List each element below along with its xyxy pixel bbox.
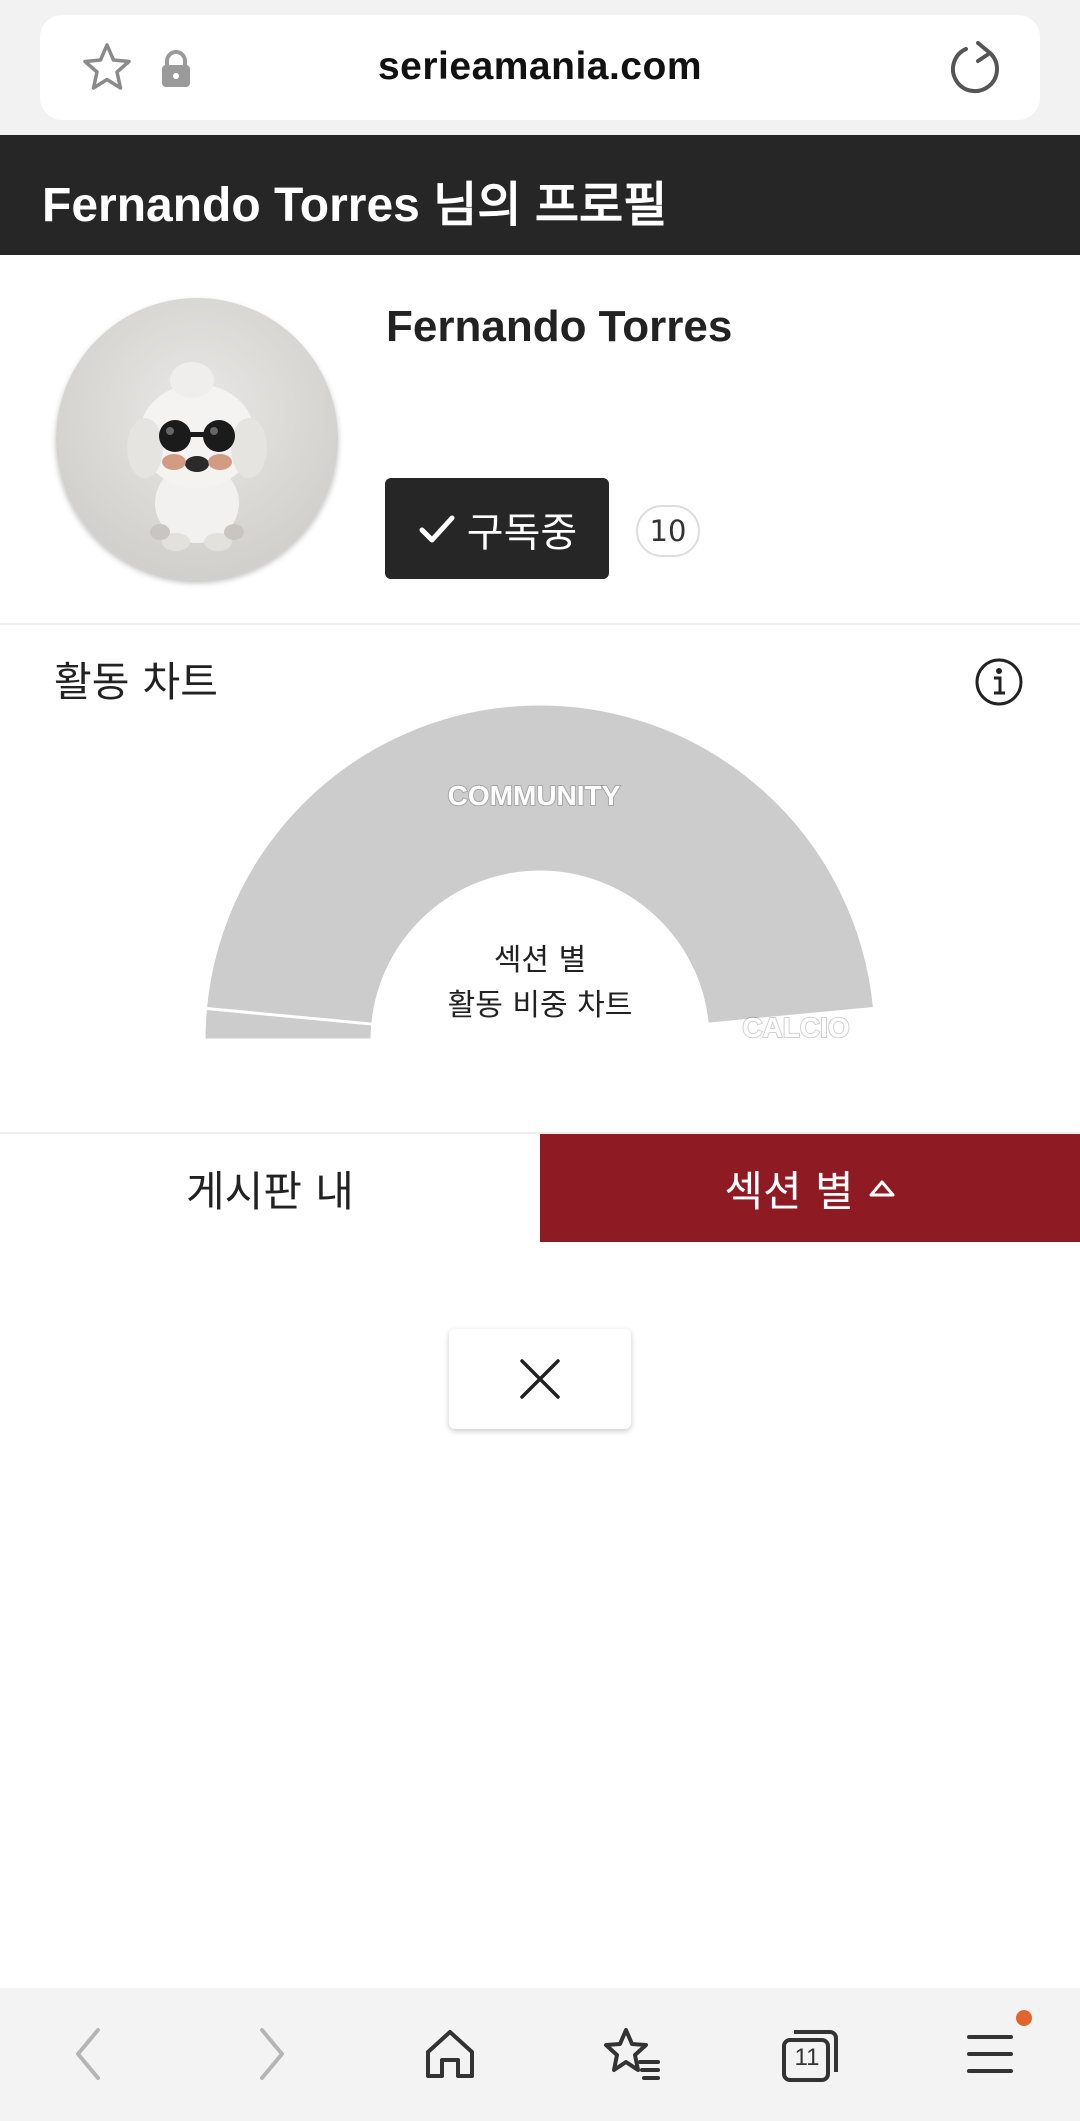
url-domain[interactable]: serieamania.com <box>40 45 1040 89</box>
browser-toolbar: serieamania.com <box>0 0 1080 135</box>
tab-board-label: 게시판 내 <box>186 1166 354 1216</box>
forward-button[interactable] <box>228 2010 316 2098</box>
chart-label-calcio: CALCIO <box>742 1012 849 1043</box>
caret-up-icon <box>869 1180 895 1197</box>
chart-center-label-line1: 섹션 별 <box>493 943 587 978</box>
forward-icon <box>260 2028 284 2080</box>
chart-center-label-line2: 활동 비중 차트 <box>447 988 633 1023</box>
tab-section-label: 섹션 별 <box>724 1166 854 1216</box>
close-icon <box>520 1359 560 1399</box>
page-title: Fernando Torres 님의 프로필 <box>42 179 668 232</box>
chart-label-community: COMMUNITY <box>448 780 621 811</box>
avatar <box>56 298 338 580</box>
profile-name: Fernando Torres <box>386 302 733 351</box>
subscriber-count-badge: 10 <box>636 505 700 557</box>
close-button[interactable] <box>449 1329 631 1429</box>
profile-header: Fernando Torres 님의 프로필 <box>0 135 1080 255</box>
home-icon <box>426 2030 474 2078</box>
tabs-count: 11 <box>794 2044 820 2071</box>
bookmarks-icon <box>604 2028 660 2080</box>
subscribe-label: 구독중 <box>466 509 578 556</box>
address-bar[interactable]: serieamania.com <box>40 15 1040 120</box>
browser-bottom-bar: 11 <box>0 1988 1080 2121</box>
bookmarks-button[interactable] <box>586 2010 674 2098</box>
back-icon <box>76 2028 100 2080</box>
tab-section[interactable]: 섹션 별 <box>540 1134 1080 1242</box>
tabs-button[interactable]: 11 <box>766 2010 854 2098</box>
back-button[interactable] <box>44 2010 132 2098</box>
home-button[interactable] <box>406 2010 494 2098</box>
avatar-dog-image <box>127 362 267 551</box>
divider <box>0 623 1080 625</box>
menu-icon <box>967 2035 1013 2073</box>
check-icon <box>419 515 455 542</box>
reload-icon[interactable] <box>946 39 1006 99</box>
notification-dot <box>1016 2010 1032 2026</box>
tab-board[interactable]: 게시판 내 <box>0 1134 540 1242</box>
subscribe-button[interactable]: 구독중 <box>385 478 609 579</box>
